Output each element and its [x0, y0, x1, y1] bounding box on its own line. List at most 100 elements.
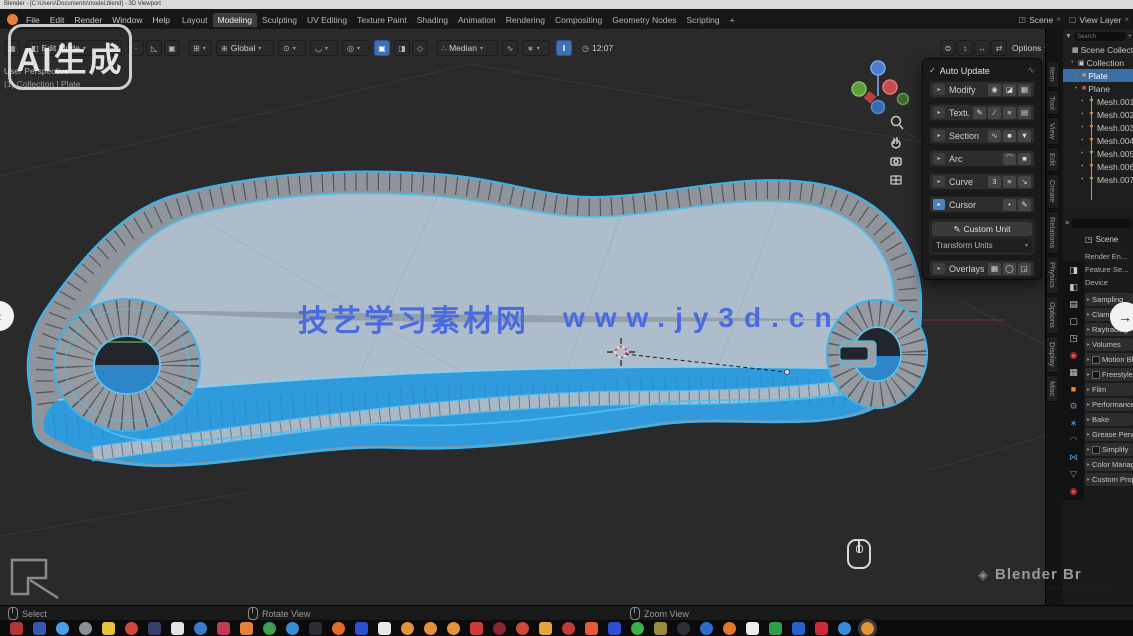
sidebar-tab[interactable]: View — [1046, 117, 1058, 145]
mirror-y-toggle[interactable]: ↕ — [957, 40, 973, 56]
taskbar-app-icon[interactable] — [769, 622, 782, 635]
row-option-icon[interactable]: ◯ — [1003, 263, 1016, 275]
orientation-dropdown[interactable]: ⊕Global ▾ — [216, 40, 274, 56]
median-dropdown[interactable]: ∴Median ▾ — [436, 40, 498, 56]
view-layer-selector[interactable]: ▢ View Layer × — [1069, 15, 1129, 25]
taskbar-app-icon[interactable] — [102, 622, 115, 635]
row-toggle[interactable]: ▸ — [933, 107, 945, 118]
properties-section[interactable]: ▸ Custom Properties — [1085, 473, 1133, 486]
pivot-dropdown[interactable]: ⊙▾ — [278, 40, 306, 56]
outliner-row[interactable]: • ▦ Scene Collection — [1063, 43, 1133, 56]
visibility-dot-icon[interactable]: • — [1081, 163, 1086, 170]
taskbar-app-icon[interactable] — [355, 622, 368, 635]
taskbar-app-icon[interactable] — [424, 622, 437, 635]
sidebar-tab[interactable]: Physics — [1046, 256, 1058, 294]
scene-unlink-icon[interactable]: × — [1056, 15, 1061, 24]
properties-tab-icon[interactable]: ◳ — [1069, 333, 1078, 343]
row-option-icon[interactable]: ◲ — [1018, 263, 1031, 275]
properties-tab-icon[interactable]: ∗ — [1070, 418, 1078, 428]
taskbar-app-icon[interactable] — [723, 622, 736, 635]
visibility-dot-icon[interactable]: • — [1081, 111, 1086, 118]
outliner-row[interactable]: • ▼ Mesh.005 — [1063, 147, 1133, 160]
row-option-icon[interactable]: ∿ — [988, 130, 1001, 142]
taskbar-app-icon[interactable] — [33, 622, 46, 635]
taskbar-app-icon[interactable] — [217, 622, 230, 635]
row-toggle[interactable]: ▸ — [933, 263, 945, 274]
properties-tab-icon[interactable]: ⋈ — [1069, 452, 1078, 462]
taskbar-app-icon[interactable] — [700, 622, 713, 635]
taskbar-app-icon[interactable] — [631, 622, 644, 635]
visibility-dot-icon[interactable]: • — [1071, 59, 1076, 66]
visibility-dot-icon[interactable]: • — [1081, 137, 1086, 144]
workspace-tab[interactable]: Shading — [412, 13, 453, 27]
visibility-dot-icon[interactable]: • — [1075, 72, 1080, 79]
row-option-icon[interactable]: ▦ — [988, 263, 1001, 275]
row-toggle[interactable]: ▸ — [933, 153, 945, 164]
taskbar-app-icon[interactable] — [539, 622, 552, 635]
workspace-tab[interactable]: Modeling — [213, 13, 258, 27]
sidebar-tab[interactable]: Tool — [1046, 90, 1058, 116]
row-option-icon[interactable]: ◉ — [988, 84, 1001, 96]
taskbar-app-icon[interactable] — [148, 622, 161, 635]
tool-panel-row[interactable]: ▸ Curve 3≡↘ — [929, 173, 1035, 190]
sidebar-tab[interactable]: Display — [1046, 336, 1058, 373]
menu-item[interactable]: Window — [107, 15, 147, 25]
properties-tab-icon[interactable]: ■ — [1071, 384, 1076, 394]
overlay-toggle[interactable]: ∿ — [502, 40, 518, 56]
taskbar-app-icon[interactable] — [10, 622, 23, 635]
properties-section[interactable]: ▸ Motion Blur — [1085, 353, 1133, 366]
scene-selector[interactable]: ◳ Scene × — [1019, 15, 1061, 25]
taskbar-app-icon[interactable] — [654, 622, 667, 635]
overlays-row[interactable]: ▸ Overlays ▦◯◲ — [929, 260, 1035, 277]
row-option-icon[interactable]: ≡ — [1003, 176, 1016, 188]
sidebar-tab[interactable]: Item — [1046, 61, 1058, 88]
tool-panel-row[interactable]: ▸ Modify ◉◪▦ — [929, 81, 1035, 98]
workspace-tab[interactable]: Compositing — [550, 13, 607, 27]
tool-panel-row[interactable]: ▸ Cursor •✎ — [929, 196, 1035, 213]
properties-section[interactable]: ▸ Film — [1085, 383, 1133, 396]
outliner-row[interactable]: • ■ Plane — [1063, 82, 1133, 95]
section-checkbox[interactable] — [1092, 371, 1100, 379]
row-toggle[interactable]: ▸ — [933, 199, 945, 210]
visibility-dot-icon[interactable]: • — [1081, 124, 1086, 131]
section-checkbox[interactable] — [1092, 446, 1100, 454]
visibility-dot-icon[interactable]: • — [1081, 176, 1086, 183]
row-option-icon[interactable]: ■ — [1003, 130, 1016, 142]
visibility-dot-icon[interactable]: • — [1075, 85, 1080, 92]
taskbar-app-icon[interactable] — [378, 622, 391, 635]
outliner-row[interactable]: • ▼ Mesh.007 — [1063, 173, 1133, 186]
view-layer-unlink-icon[interactable]: × — [1124, 15, 1129, 24]
sidebar-tab[interactable]: Edit — [1046, 147, 1058, 172]
taskbar-app-icon[interactable] — [746, 622, 759, 635]
workspace-tab[interactable]: + — [725, 13, 740, 27]
row-option-icon[interactable]: ≡ — [1003, 107, 1016, 119]
tool-panel-row[interactable]: ▸ Arc ⌒■ — [929, 150, 1035, 167]
tool-panel-row[interactable]: ▸ Section ∿■▼ — [929, 127, 1035, 144]
filter-icon[interactable]: ▼ — [1065, 33, 1072, 40]
outliner-row[interactable]: • ▼ Mesh.004 — [1063, 134, 1133, 147]
menu-item[interactable]: Render — [69, 15, 107, 25]
taskbar-app-icon[interactable] — [79, 622, 92, 635]
taskbar-app-icon[interactable] — [792, 622, 805, 635]
row-option-icon[interactable]: ↘ — [1018, 176, 1031, 188]
proportional-edit-dropdown[interactable]: ◎▾ — [342, 40, 370, 56]
taskbar-app-icon[interactable] — [56, 622, 69, 635]
properties-tab-icon[interactable]: ▢ — [1069, 316, 1078, 326]
row-toggle[interactable]: ▸ — [933, 84, 945, 95]
properties-section[interactable]: ▸ Performance — [1085, 398, 1133, 411]
sidebar-tab[interactable]: Create — [1046, 174, 1058, 209]
taskbar-app-icon[interactable] — [585, 622, 598, 635]
row-option-icon[interactable]: ✎ — [973, 107, 986, 119]
workspace-tab[interactable]: Layout — [177, 13, 213, 27]
workspace-tab[interactable]: Texture Paint — [352, 13, 412, 27]
properties-editor-icon[interactable]: ≡ — [1065, 220, 1069, 227]
properties-section[interactable]: ▸ Bake — [1085, 413, 1133, 426]
taskbar-app-icon[interactable] — [516, 622, 529, 635]
row-option-icon[interactable]: • — [1003, 199, 1016, 211]
properties-tab-icon[interactable]: ◨ — [1069, 265, 1078, 275]
row-option-icon[interactable]: ⌒ — [1003, 153, 1016, 165]
menu-item[interactable]: File — [21, 15, 45, 25]
properties-section[interactable]: ▸ Simplify — [1085, 443, 1133, 456]
taskbar-app-icon[interactable] — [447, 622, 460, 635]
properties-tab-icon[interactable]: ◧ — [1069, 282, 1078, 292]
